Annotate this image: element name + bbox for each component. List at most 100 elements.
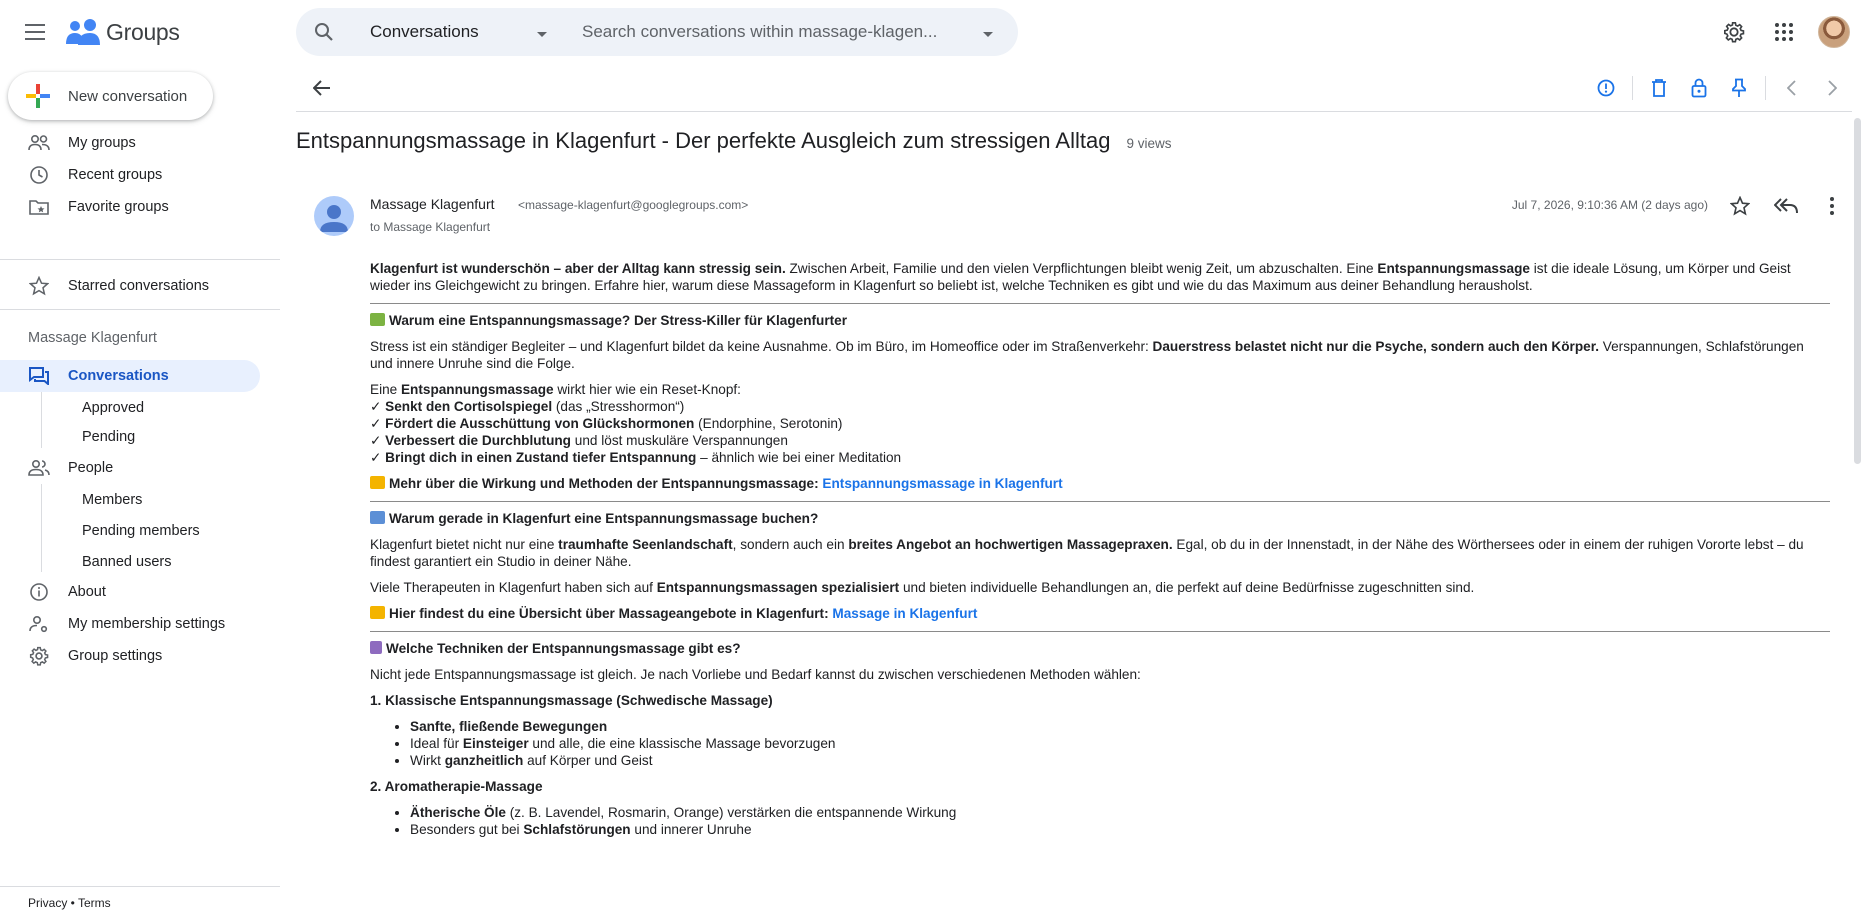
sidebar-item-approved[interactable]: Approved [82, 394, 144, 422]
sidebar-item-label: People [68, 460, 114, 476]
list-item: Wirkt ganzheitlich auf Körper und Geist [410, 752, 1830, 769]
section-divider [370, 303, 1830, 304]
sidebar-item-favorite-groups[interactable]: Favorite groups [0, 191, 260, 223]
view-count: 9 views [1126, 136, 1172, 151]
sidebar-item-about[interactable]: About [0, 576, 260, 608]
toolbar-separator [1632, 76, 1633, 100]
massage-link[interactable]: Massage in Klagenfurt [832, 606, 977, 621]
section-divider [370, 501, 1830, 502]
sidebar-item-recent-groups[interactable]: Recent groups [0, 159, 260, 191]
group-name-heading: Massage Klagenfurt [28, 330, 157, 346]
check-mark: ✓ [370, 399, 386, 414]
sidebar-item-label: Recent groups [68, 167, 163, 183]
groups-logo[interactable]: Groups [66, 14, 180, 50]
page-scrollbar[interactable] [1852, 114, 1862, 920]
paragraph: Nicht jede Entspannungsmassage ist gleic… [370, 667, 1141, 682]
new-conversation-label: New conversation [68, 87, 188, 105]
sidebar-footer: Privacy • Terms [28, 896, 111, 910]
app-name: Groups [106, 18, 180, 45]
groups-logo-icon [66, 19, 100, 45]
city-emoji-icon [370, 511, 385, 524]
message-body: Klagenfurt ist wunderschön – aber der Al… [370, 260, 1830, 847]
sender-avatar[interactable] [314, 196, 354, 236]
top-bar: Groups Conversations [0, 0, 1866, 64]
paragraph: Viele Therapeuten in Klagenfurt haben si… [370, 580, 1475, 595]
link-paragraph: Hier findest du eine Übersicht über Mass… [370, 605, 1830, 622]
footer-separator: • [67, 896, 78, 910]
scrollbar-thumb[interactable] [1854, 118, 1861, 464]
more-vert-icon[interactable] [1812, 186, 1852, 226]
folder-star-icon [28, 196, 50, 218]
lock-icon[interactable] [1679, 68, 1719, 108]
paragraph: Stress ist ein ständiger Begleiter – und… [370, 339, 1804, 371]
section-heading: Warum gerade in Klagenfurt eine Entspann… [370, 510, 1830, 527]
search-icon[interactable] [312, 20, 336, 44]
previous-thread-icon[interactable] [1772, 68, 1812, 108]
pin-icon[interactable] [1719, 68, 1759, 108]
info-icon [28, 581, 50, 603]
sidebar-item-label: Conversations [68, 368, 169, 384]
intro-paragraph: Klagenfurt ist wunderschön – aber der Al… [370, 261, 1791, 293]
tree-line [41, 484, 42, 572]
privacy-link[interactable]: Privacy [28, 896, 67, 910]
sidebar-item-membership-settings[interactable]: My membership settings [0, 608, 260, 640]
sender-name[interactable]: Massage Klagenfurt [370, 196, 495, 212]
sidebar-item-pending[interactable]: Pending [82, 423, 135, 451]
terms-link[interactable]: Terms [78, 896, 111, 910]
forum-icon [28, 365, 50, 387]
sidebar-item-group-settings[interactable]: Group settings [0, 640, 260, 672]
delete-icon[interactable] [1639, 68, 1679, 108]
sidebar-item-pending-members[interactable]: Pending members [82, 517, 200, 545]
thread-toolbar [296, 64, 1852, 112]
list-item: Besonders gut bei Schlafstörungen und in… [410, 821, 1830, 838]
search-bar: Conversations [296, 8, 1018, 56]
next-thread-icon[interactable] [1812, 68, 1852, 108]
search-input[interactable] [582, 18, 982, 46]
main-menu-icon[interactable] [16, 14, 56, 50]
toolbar-separator [1765, 76, 1766, 100]
sidebar-divider [0, 259, 280, 260]
conversation-view: Entspannungsmassage in Klagenfurt - Der … [296, 64, 1852, 920]
chevron-down-icon[interactable] [536, 26, 548, 44]
list-item: Ideal für Einsteiger und alle, die eine … [410, 735, 1830, 752]
person-settings-icon [28, 613, 50, 635]
search-scope-select[interactable]: Conversations [370, 22, 479, 42]
settings-gear-icon[interactable] [1714, 12, 1754, 52]
sidebar-item-label: About [68, 584, 106, 600]
check-mark: ✓ [370, 433, 386, 448]
sidebar-item-members[interactable]: Members [82, 486, 142, 514]
sidebar-item-people[interactable]: People [0, 452, 260, 484]
sidebar-item-banned-users[interactable]: Banned users [82, 548, 171, 576]
sidebar-item-starred[interactable]: Starred conversations [0, 270, 260, 302]
bullet-list: Ätherische Öle (z. B. Lavendel, Rosmarin… [410, 804, 1830, 838]
leaf-emoji-icon [370, 313, 385, 326]
thread-title-row: Entspannungsmassage in Klagenfurt - Der … [296, 128, 1171, 154]
pointing-hand-emoji-icon [370, 606, 385, 619]
report-icon[interactable] [1586, 68, 1626, 108]
back-arrow-icon[interactable] [302, 68, 342, 108]
sidebar-item-label: My groups [68, 135, 136, 151]
sidebar-item-my-groups[interactable]: My groups [0, 127, 260, 159]
gear-icon [28, 645, 50, 667]
sidebar-divider [0, 309, 280, 310]
sidebar-item-conversations[interactable]: Conversations [0, 360, 260, 392]
account-avatar[interactable] [1814, 12, 1854, 52]
sidebar-item-label: Favorite groups [68, 199, 169, 215]
subsection-heading: 2. Aromatherapie-Massage [370, 779, 543, 794]
sidebar-item-label: Group settings [68, 648, 163, 664]
search-options-icon[interactable] [982, 26, 994, 44]
new-conversation-button[interactable]: New conversation [8, 72, 213, 120]
paragraph: Klagenfurt bietet nicht nur eine traumha… [370, 537, 1804, 569]
massage-link[interactable]: Entspannungsmassage in Klagenfurt [822, 476, 1062, 491]
reply-all-icon[interactable] [1766, 186, 1806, 226]
section-heading: Welche Techniken der Entspannungsmassage… [370, 640, 1830, 657]
star-icon [28, 275, 50, 297]
apps-grid-icon[interactable] [1764, 12, 1804, 52]
recipient-line: to Massage Klagenfurt [370, 220, 491, 234]
person-emoji-icon [370, 641, 382, 654]
thread-title: Entspannungsmassage in Klagenfurt - Der … [296, 128, 1111, 153]
checklist-paragraph: Eine Entspannungsmassage wirkt hier wie … [370, 382, 902, 465]
subsection-heading: 1. Klassische Entspannungsmassage (Schwe… [370, 693, 773, 708]
pointing-hand-emoji-icon [370, 476, 385, 489]
star-icon[interactable] [1720, 186, 1760, 226]
